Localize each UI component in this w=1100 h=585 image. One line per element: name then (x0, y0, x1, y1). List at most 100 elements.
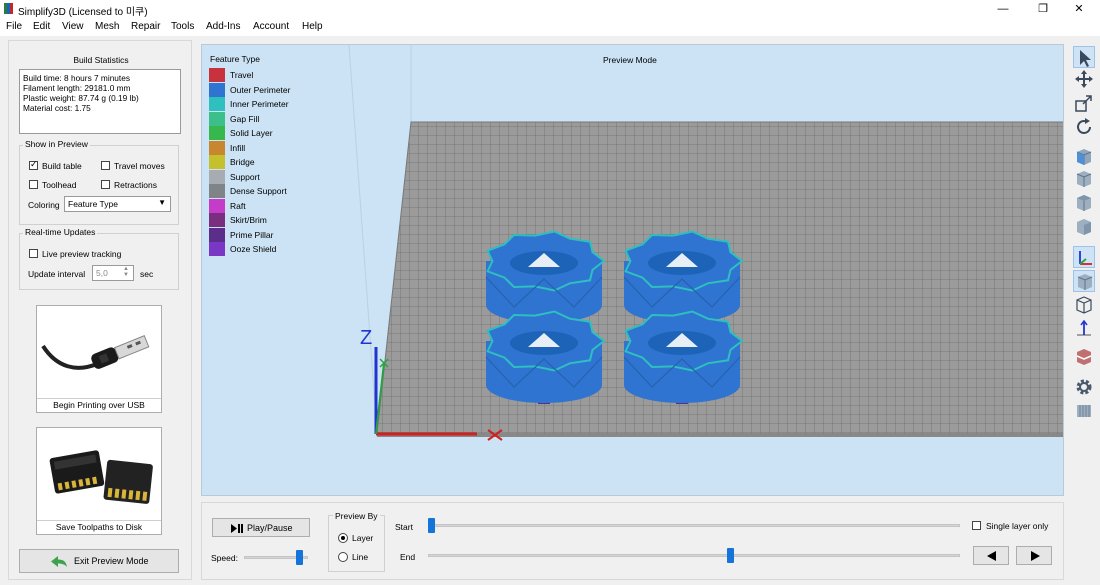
menu-repair[interactable]: Repair (131, 21, 160, 32)
build-statistics-box: Build time: 8 hours 7 minutes Filament l… (19, 69, 181, 134)
preview-by-layer-radio[interactable] (338, 533, 348, 543)
toolhead-label: Toolhead (42, 180, 77, 190)
save-toolpaths-button[interactable]: Save Toolpaths to Disk (36, 427, 162, 535)
cross-section-icon (1076, 349, 1092, 365)
wireframe-cube-icon (1076, 296, 1092, 314)
menu-tools[interactable]: Tools (171, 21, 194, 32)
sd-card-icon (49, 450, 153, 504)
legend-label: Solid Layer (230, 128, 273, 138)
play-pause-button[interactable]: Play/Pause (212, 518, 310, 537)
stat-build-time: Build time: 8 hours 7 minutes (23, 73, 130, 83)
solid-cube-tool-button[interactable] (1073, 270, 1095, 292)
retractions-label: Retractions (114, 180, 157, 190)
exit-preview-mode-label: Exit Preview Mode (74, 556, 149, 566)
cross-section-tool-button[interactable] (1073, 346, 1095, 368)
start-layer-slider-thumb[interactable] (428, 518, 435, 533)
legend-swatch (209, 242, 225, 256)
speed-label: Speed: (211, 553, 238, 563)
legend-label: Gap Fill (230, 113, 260, 124)
legend-swatch (209, 111, 225, 126)
rotate-icon (1077, 118, 1091, 134)
menu-account[interactable]: Account (253, 21, 289, 32)
legend-label: Support (230, 171, 260, 182)
axes-tool-button[interactable] (1073, 246, 1095, 268)
bed-icon (1077, 405, 1091, 417)
begin-printing-usb-button[interactable]: Begin Printing over USB (36, 305, 162, 413)
usb-cable-icon (41, 335, 150, 370)
maximize-button[interactable]: ❐ (1028, 0, 1058, 18)
legend-label: Dense Support (230, 186, 287, 196)
retractions-checkbox[interactable] (101, 180, 110, 189)
select-arrow-tool-button[interactable] (1073, 46, 1095, 68)
menu-mesh[interactable]: Mesh (95, 21, 119, 32)
view-iso-cube-tool-button[interactable] (1073, 146, 1095, 168)
stat-material-cost: Material cost: 1.75 (23, 103, 91, 113)
end-layer-slider-track[interactable] (428, 554, 960, 557)
save-toolpaths-label: Save Toolpaths to Disk (55, 522, 143, 532)
legend-swatch (209, 198, 225, 213)
menu-view[interactable]: View (62, 21, 84, 32)
menu-bar: File Edit View Mesh Repair Tools Add-Ins… (0, 18, 1100, 36)
scale-tool-button[interactable] (1073, 92, 1095, 114)
menu-edit[interactable]: Edit (33, 21, 50, 32)
coloring-value: Feature Type (68, 199, 118, 209)
settings-gear-icon (1076, 379, 1092, 395)
close-button[interactable]: ✕ (1064, 0, 1094, 18)
legend-swatch (209, 97, 225, 111)
rotate-tool-button[interactable] (1073, 116, 1095, 138)
live-preview-tracking-checkbox[interactable] (29, 249, 38, 258)
3d-preview-viewport[interactable]: Z Feature Type Travel Outer Perimeter Inne… (201, 44, 1064, 496)
solid-cube-icon (1077, 274, 1093, 290)
legend-swatch (209, 227, 225, 242)
show-in-preview-title: Show in Preview (23, 139, 90, 149)
preview-by-title: Preview By (333, 511, 380, 521)
toolhead-checkbox[interactable] (29, 180, 38, 189)
settings-gear-tool-button[interactable] (1073, 376, 1095, 398)
end-layer-slider-thumb[interactable] (727, 548, 735, 563)
exit-preview-mode-button[interactable]: Exit Preview Mode (19, 549, 179, 573)
start-layer-slider-track[interactable] (428, 524, 960, 527)
legend-title: Feature Type (210, 54, 260, 64)
menu-add-ins[interactable]: Add-Ins (206, 21, 240, 32)
legend-swatch (209, 68, 225, 82)
view-front-cube-icon (1076, 171, 1092, 187)
view-side-cube-icon (1077, 219, 1091, 235)
menu-file[interactable]: File (6, 21, 22, 32)
minimize-button[interactable]: — (988, 0, 1018, 18)
view-side-cube-tool-button[interactable] (1073, 216, 1095, 238)
legend-label: Inner Perimeter (230, 99, 289, 109)
preview-by-layer-label: Layer (352, 533, 374, 543)
travel-moves-checkbox[interactable] (101, 161, 110, 170)
legend-label: Raft (230, 200, 246, 211)
z-axis-label: Z (360, 327, 372, 349)
single-layer-only-checkbox[interactable] (972, 521, 981, 530)
menu-help[interactable]: Help (302, 21, 323, 32)
next-layer-icon (1031, 551, 1040, 561)
view-front-cube-tool-button[interactable] (1073, 168, 1095, 190)
normals-icon (1077, 319, 1091, 336)
next-layer-button[interactable] (1016, 546, 1052, 565)
update-interval-spinner[interactable]: 5,0 ▲ ▼ (92, 265, 134, 281)
prev-layer-button[interactable] (973, 546, 1009, 565)
stat-filament-length: Filament length: 29181.0 mm (23, 83, 131, 93)
wireframe-cube-tool-button[interactable] (1073, 294, 1095, 316)
legend-label: Travel (230, 70, 254, 80)
bed-tool-button[interactable] (1073, 400, 1095, 422)
update-interval-unit: sec (140, 269, 154, 279)
begin-printing-usb-label: Begin Printing over USB (53, 400, 145, 410)
legend-swatch (209, 169, 225, 184)
view-top-cube-tool-button[interactable] (1073, 192, 1095, 214)
end-label: End (400, 552, 416, 562)
coloring-dropdown[interactable]: Feature Type ▼ (64, 196, 171, 212)
build-table-checkbox[interactable] (29, 159, 38, 170)
speed-slider-thumb[interactable] (296, 550, 304, 565)
build-plate-scene: Z (348, 45, 1063, 441)
playback-controls: Play/Pause Speed: Preview By Layer Line … (201, 502, 1064, 580)
printed-part (623, 310, 744, 404)
coloring-label: Coloring (28, 200, 60, 210)
move-tool-button[interactable] (1073, 68, 1095, 90)
preview-by-line-radio[interactable] (338, 552, 348, 562)
legend-swatch (209, 213, 225, 227)
prev-layer-icon (987, 551, 996, 561)
normals-tool-button[interactable] (1073, 318, 1095, 340)
